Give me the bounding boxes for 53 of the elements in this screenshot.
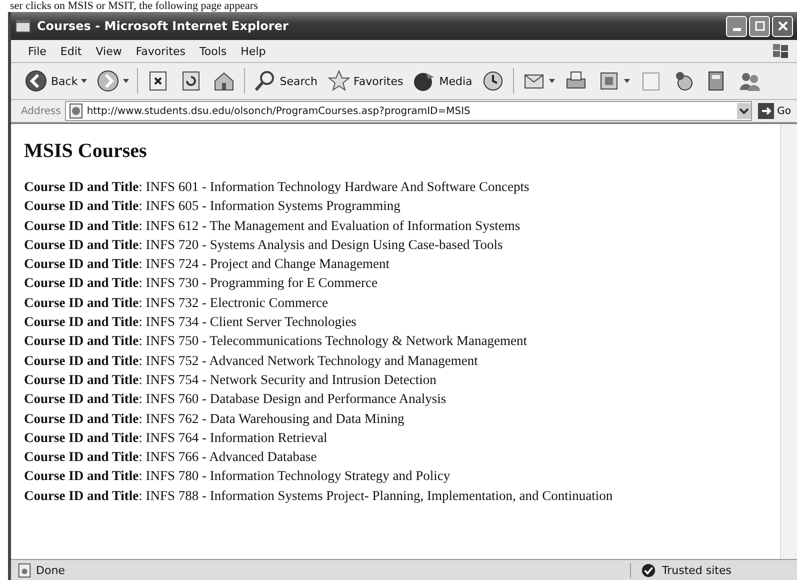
- menu-item[interactable]: View: [88, 42, 129, 60]
- minimize-button[interactable]: [726, 16, 747, 36]
- course-line: Course ID and Title: INFS 760 - Database Design and Performance Analysis: [24, 390, 448, 408]
- course-line: Course ID and Title: INFS 764 - Information Retrieval: [24, 428, 328, 447]
- menu-item[interactable]: Tools: [192, 42, 234, 60]
- close-icon: [776, 20, 788, 32]
- course-line: Course ID and Title: INFS 766 - Advanced Database: [24, 448, 318, 466]
- address-label: Address: [21, 106, 61, 116]
- menu-item[interactable]: File: [21, 42, 54, 60]
- caret-icon: [122, 79, 129, 83]
- forward-icon: [96, 69, 120, 93]
- course-line: Course ID and Title: INFS 601 - Information Technology Hardware And Software Concepts: [24, 178, 530, 196]
- course-line: Course ID and Title: INFS 788 - Information Systems Project- Planning, Implementation, and Continuation: [24, 486, 614, 505]
- check-icon: [641, 562, 656, 578]
- course-line: Course ID and Title: INFS 724 - Project and Change Management: [24, 255, 390, 274]
- course-line: Course ID and Title: INFS 730 - Programming for E Commerce: [24, 274, 378, 292]
- maximize-button[interactable]: [749, 16, 770, 36]
- go-button[interactable]: Go: [756, 103, 793, 119]
- star-icon: [326, 69, 351, 93]
- clock-icon: [481, 69, 506, 93]
- back-button[interactable]: Back: [21, 67, 90, 95]
- course-line: Course ID and Title: INFS 752 - Advanced Network Technology and Management: [24, 352, 479, 370]
- course-line: Course ID and Title: INFS 750 - Telecommunications Technology & Network Management: [24, 332, 528, 350]
- caret-icon: [624, 79, 630, 83]
- zone-text: Trusted sites: [662, 564, 732, 576]
- course-line: Course ID and Title: INFS 612 - The Management and Evaluation of Information Systems: [24, 216, 522, 235]
- course-line: Course ID and Title: INFS 762 - Data Warehousing and Data Mining: [24, 410, 406, 428]
- media-button[interactable]: Media: [409, 67, 476, 95]
- search-icon: [252, 69, 277, 93]
- document-caption: ser clicks on MSIS or MSIT, the following page appears: [9, 0, 259, 12]
- course-line: Course ID and Title: INFS 720 - Systems Analysis and Design Using Case-based Tools: [24, 236, 504, 254]
- course-line: Course ID and Title: INFS 605 - Information Systems Programming: [24, 197, 402, 216]
- minimize-icon: [732, 28, 740, 30]
- menu-item[interactable]: Help: [234, 42, 273, 60]
- course-line: Course ID and Title: INFS 780 - Information Technology Strategy and Policy: [24, 467, 452, 486]
- window-title: Courses - Microsoft Internet Explorer: [37, 19, 290, 33]
- course-line: Course ID and Title: INFS 754 - Network Security and Intrusion Detection: [24, 370, 438, 389]
- search-button[interactable]: Search: [250, 67, 321, 95]
- favorites-button[interactable]: Favorites: [324, 67, 406, 95]
- menu-item[interactable]: Favorites: [128, 42, 193, 60]
- browser-icon: [15, 18, 31, 34]
- close-button[interactable]: [772, 16, 793, 36]
- maximize-icon: [754, 20, 766, 32]
- menu-item[interactable]: Edit: [53, 42, 89, 60]
- page-heading: MSIS Courses: [24, 140, 148, 163]
- dropdown-icon: [737, 103, 752, 119]
- course-line: Course ID and Title: INFS 734 - Client Server Technologies: [24, 313, 358, 332]
- caret-icon: [549, 79, 556, 83]
- course-line: Course ID and Title: INFS 732 - Electronic Commerce: [24, 294, 329, 312]
- address-field[interactable]: http://www.students.dsu.edu/olsonch/ProgramCourses.asp?programID=MSIS: [64, 101, 752, 121]
- status-text: Done: [36, 564, 66, 576]
- back-icon: [24, 69, 48, 93]
- caret-icon: [80, 79, 87, 83]
